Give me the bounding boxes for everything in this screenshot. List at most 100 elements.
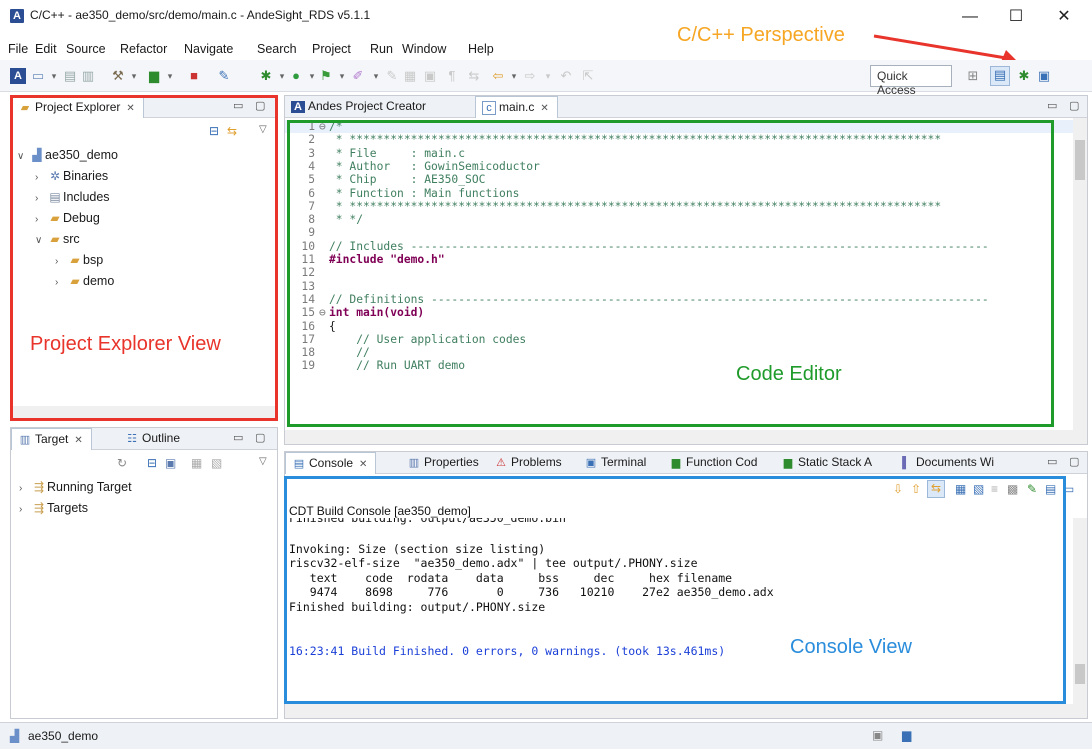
close-icon[interactable]: ✕ bbox=[359, 459, 367, 470]
code-line[interactable]: 11 #include "demo.h" bbox=[285, 253, 444, 266]
code-line[interactable]: 12 bbox=[285, 266, 329, 279]
scroll-lock-icon[interactable]: ⇆ bbox=[927, 480, 945, 498]
back-dropdown-icon[interactable]: ▾ bbox=[506, 68, 522, 84]
wand-dropdown-icon[interactable]: ▾ bbox=[368, 68, 384, 84]
display-console-icon[interactable]: ▤ bbox=[1045, 482, 1056, 496]
code-line[interactable]: 18 // bbox=[285, 346, 369, 359]
maximize-view-icon[interactable]: ▢ bbox=[255, 99, 265, 112]
pin-console-icon[interactable]: ▧ bbox=[973, 482, 984, 496]
tree-item-binaries[interactable]: › ✲ Binaries bbox=[35, 169, 108, 183]
build-icon[interactable]: ⚒ bbox=[110, 68, 126, 84]
minimize-view-icon[interactable]: ▭ bbox=[233, 431, 243, 444]
menu-navigate[interactable]: Navigate bbox=[184, 42, 233, 56]
code-line[interactable]: 5 * Chip : AE350_SOC bbox=[285, 173, 485, 186]
last-edit-icon[interactable]: ↶ bbox=[558, 68, 574, 84]
minimize-view-icon[interactable]: ▭ bbox=[1047, 455, 1057, 468]
open-console-icon[interactable]: ✎ bbox=[1027, 482, 1037, 496]
status-tool-icon[interactable]: ▣ bbox=[872, 728, 883, 742]
code-line[interactable]: 19 // Run UART demo bbox=[285, 359, 465, 372]
quick-access-input[interactable]: Quick Access bbox=[870, 65, 952, 97]
remove-console-icon[interactable]: ▩ bbox=[1007, 482, 1018, 496]
scroll-down-icon[interactable]: ⇩ bbox=[893, 482, 903, 496]
code-line[interactable]: 14 // Definitions -----------------------… bbox=[285, 293, 988, 306]
tree-item-bsp[interactable]: › ▰ bsp bbox=[55, 253, 103, 267]
tab-project-explorer[interactable]: ▰ Project Explorer ✕ bbox=[11, 96, 144, 118]
minimize-view-icon[interactable]: ▭ bbox=[233, 99, 243, 112]
cpp-perspective-icon[interactable]: ▤ bbox=[990, 66, 1010, 86]
fold-toggle-icon[interactable]: ⊖ bbox=[319, 306, 329, 319]
dropdown-icon[interactable]: ▾ bbox=[46, 68, 62, 84]
wand-icon[interactable]: ✐ bbox=[350, 68, 366, 84]
code-area[interactable]: 1 ⊖/* 2 * ********************************… bbox=[285, 118, 1073, 430]
scrollbar-thumb[interactable] bbox=[1075, 140, 1085, 180]
code-line[interactable]: 7 * ************************************… bbox=[285, 200, 941, 213]
console-output[interactable]: Finished building: output/ae350_demo.bin… bbox=[285, 518, 1069, 698]
menu-refactor[interactable]: Refactor bbox=[120, 42, 167, 56]
close-icon[interactable]: ✕ bbox=[540, 103, 548, 114]
target-connect-icon[interactable]: ▦ bbox=[191, 456, 202, 470]
chevron-right-icon[interactable]: › bbox=[35, 172, 47, 183]
code-line[interactable]: 9 bbox=[285, 226, 329, 239]
scroll-up-icon[interactable]: ⇧ bbox=[911, 482, 921, 496]
clear-console-icon[interactable]: ▦ bbox=[955, 482, 966, 496]
code-line[interactable]: 1 ⊖/* bbox=[285, 120, 1073, 134]
build-dropdown-icon[interactable]: ▾ bbox=[126, 68, 142, 84]
maximize-view-icon[interactable]: ▢ bbox=[1069, 455, 1079, 468]
scrollbar-thumb[interactable] bbox=[1075, 664, 1085, 684]
chevron-down-icon[interactable]: ∨ bbox=[35, 235, 47, 246]
collapse-all-icon[interactable]: ⊟ bbox=[209, 124, 219, 138]
tab-outline[interactable]: ☷ Outline bbox=[119, 428, 188, 450]
settings-icon[interactable]: ✎ bbox=[216, 68, 232, 84]
forward-icon[interactable]: ⇨ bbox=[522, 68, 538, 84]
open-perspective-icon[interactable]: ⊞ bbox=[965, 68, 981, 84]
save-icon[interactable]: ▤ bbox=[62, 68, 78, 84]
close-button[interactable]: ✕ bbox=[1044, 4, 1084, 30]
maximize-view-icon[interactable]: ▢ bbox=[255, 431, 265, 444]
code-line[interactable]: 2 * ************************************… bbox=[285, 133, 941, 146]
collapse-all-icon[interactable]: ⊟ bbox=[147, 456, 157, 470]
code-line[interactable]: 17 // User application codes bbox=[285, 333, 526, 346]
menu-edit[interactable]: Edit bbox=[35, 42, 57, 56]
horizontal-scrollbar[interactable] bbox=[285, 430, 1087, 444]
view-menu-icon[interactable]: ▽ bbox=[259, 456, 267, 467]
tree-item-includes[interactable]: › ▤ Includes bbox=[35, 190, 110, 204]
save-all-icon[interactable]: ▥ bbox=[80, 68, 96, 84]
refresh-icon[interactable]: ↻ bbox=[117, 456, 127, 470]
view-menu-icon[interactable]: ▽ bbox=[259, 124, 267, 135]
tree-item-demo[interactable]: › ▰ demo bbox=[55, 274, 114, 288]
chevron-right-icon[interactable]: › bbox=[35, 193, 47, 204]
tab-problems[interactable]: ⚠ Problems bbox=[488, 452, 570, 474]
menu-project[interactable]: Project bbox=[312, 42, 351, 56]
tree-item-project[interactable]: ∨ ▟ ae350_demo bbox=[17, 148, 118, 162]
tree-item-src[interactable]: ∨ ▰ src bbox=[35, 232, 80, 246]
horizontal-scrollbar[interactable] bbox=[11, 406, 277, 420]
tree-item-running-target[interactable]: › ⇶ Running Target bbox=[19, 480, 132, 494]
new-icon[interactable]: ▭ bbox=[30, 68, 46, 84]
forward-dropdown-icon[interactable]: ▾ bbox=[540, 68, 556, 84]
chart-dropdown-icon[interactable]: ▾ bbox=[162, 68, 178, 84]
code-line[interactable]: 4 * Author : GowinSemicoductor bbox=[285, 160, 540, 173]
tab-properties[interactable]: ▥ Properties bbox=[401, 452, 487, 474]
tree-item-debug[interactable]: › ▰ Debug bbox=[35, 211, 100, 225]
link-editor-icon[interactable]: ⇆ bbox=[227, 124, 237, 138]
menu-file[interactable]: File bbox=[8, 42, 28, 56]
fold-toggle-icon[interactable]: ⊖ bbox=[319, 120, 329, 133]
code-line[interactable]: 3 * File : main.c bbox=[285, 147, 465, 160]
close-icon[interactable]: ✕ bbox=[74, 435, 82, 446]
chevron-right-icon[interactable]: › bbox=[19, 483, 31, 494]
chevron-down-icon[interactable]: ∨ bbox=[17, 151, 29, 162]
maximize-view-icon[interactable]: ▢ bbox=[1069, 99, 1079, 112]
pen-icon[interactable]: ✎ bbox=[384, 68, 400, 84]
andes-icon[interactable]: A bbox=[10, 68, 26, 84]
code-line[interactable]: 16 { bbox=[285, 320, 335, 333]
code-line[interactable]: 13 bbox=[285, 280, 329, 293]
chart-icon[interactable]: ▆ bbox=[146, 68, 162, 84]
block-icon[interactable]: ▣ bbox=[422, 68, 438, 84]
target-config-icon[interactable]: ▣ bbox=[165, 456, 176, 470]
run-icon[interactable]: ● bbox=[288, 68, 304, 84]
doc-icon[interactable]: ▦ bbox=[402, 68, 418, 84]
chevron-right-icon[interactable]: › bbox=[19, 504, 31, 515]
chevron-right-icon[interactable]: › bbox=[35, 214, 47, 225]
tab-terminal[interactable]: ▣ Terminal bbox=[578, 452, 654, 474]
tab-target[interactable]: ▥ Target ✕ bbox=[11, 428, 92, 450]
